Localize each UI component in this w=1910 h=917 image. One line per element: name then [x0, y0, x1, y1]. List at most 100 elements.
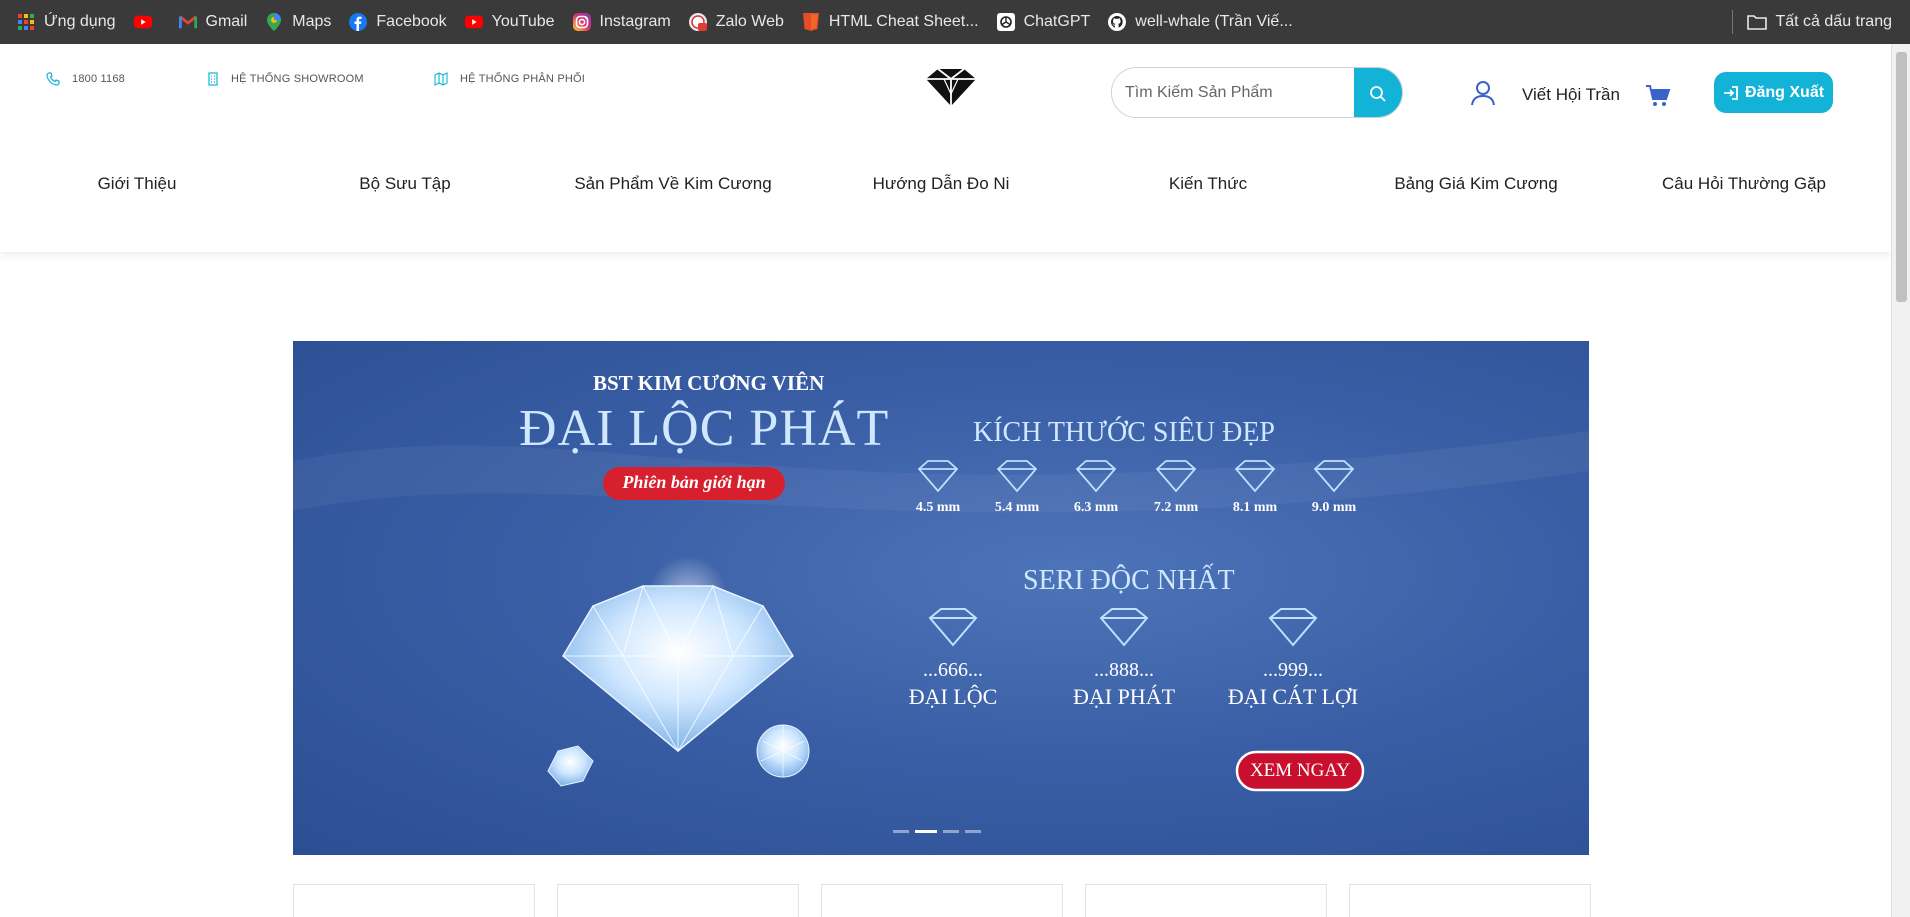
bookmark-youtube-short[interactable] — [125, 0, 170, 44]
series-number: ...666... — [923, 659, 983, 681]
all-bookmarks-label: Tất cả dấu trang — [1775, 13, 1892, 30]
search-input[interactable] — [1112, 68, 1354, 117]
bookmarks-bar: Ứng dụng Gmail Maps Facebook YouTube Ins… — [0, 0, 1910, 44]
sign-in-icon — [1723, 85, 1739, 101]
instagram-icon — [572, 13, 591, 31]
bookmark-separator — [1732, 10, 1733, 34]
chatgpt-icon — [996, 13, 1015, 31]
bookmark-label: HTML Cheat Sheet... — [828, 13, 979, 30]
bookmark-label: ChatGPT — [1023, 13, 1091, 30]
map-icon — [434, 72, 448, 86]
phone-number: 1800 1168 — [72, 73, 125, 85]
series-name: ĐẠI PHÁT — [1072, 684, 1176, 709]
bookmark-label: YouTube — [491, 13, 555, 30]
bookmark-gmail[interactable]: Gmail — [170, 0, 257, 44]
nav-item-bo-suu-tap[interactable]: Bộ Sưu Tập — [359, 174, 450, 194]
product-card[interactable] — [1349, 884, 1591, 917]
hero-banner[interactable]: BST KIM CƯƠNG VIÊN ĐẠI LỘC PHÁT Phiên bả… — [293, 341, 1589, 855]
building-icon — [207, 72, 219, 86]
slider-dot[interactable] — [893, 830, 909, 833]
site-logo[interactable] — [924, 66, 978, 108]
sizes-title: KÍCH THƯỚC SIÊU ĐẸP — [973, 417, 1275, 448]
user-icon[interactable] — [1470, 80, 1496, 111]
page-scrollbar[interactable] — [1891, 44, 1910, 917]
nav-item-gioi-thieu[interactable]: Giới Thiệu — [98, 174, 177, 194]
user-name[interactable]: Viết Hội Trần — [1522, 85, 1620, 105]
series-number: ...888... — [1094, 659, 1154, 681]
distribution-link[interactable]: HỆ THỐNG PHÂN PHỐI — [434, 72, 585, 86]
bookmark-label: well-whale (Trần Viế... — [1135, 13, 1293, 30]
product-card[interactable] — [557, 884, 799, 917]
html5-icon — [802, 13, 820, 31]
product-card[interactable] — [293, 884, 535, 917]
youtube-icon — [464, 13, 483, 31]
bookmark-label: Maps — [292, 13, 332, 30]
product-card[interactable] — [1085, 884, 1327, 917]
size-label: 8.1 mm — [1232, 500, 1278, 515]
nav-item-kien-thuc[interactable]: Kiến Thức — [1169, 174, 1247, 194]
nav-item-cau-hoi[interactable]: Câu Hỏi Thường Gặp — [1662, 174, 1826, 194]
banner-kicker: BST KIM CƯƠNG VIÊN — [593, 371, 825, 395]
github-icon — [1108, 13, 1127, 31]
diamond-illustration — [547, 556, 810, 787]
gmail-icon — [178, 13, 197, 31]
bookmark-apps[interactable]: Ứng dụng — [8, 0, 125, 44]
bookmark-github[interactable]: well-whale (Trần Viế... — [1099, 0, 1301, 44]
banner-graphics — [293, 431, 1589, 792]
series-number: ...999... — [1263, 659, 1323, 681]
maps-pin-icon — [265, 13, 283, 31]
search-box — [1111, 67, 1403, 118]
size-label: 6.3 mm — [1073, 500, 1119, 515]
size-label: 7.2 mm — [1153, 500, 1199, 515]
size-label: 4.5 mm — [915, 500, 961, 515]
banner-title: ĐẠI LỘC PHÁT — [519, 400, 890, 457]
youtube-icon — [133, 13, 152, 31]
bookmark-label: Zalo Web — [715, 13, 784, 30]
logout-label: Đăng Xuất — [1744, 83, 1825, 101]
showroom-label: HỆ THỐNG SHOWROOM — [231, 73, 364, 85]
bookmark-html-cheatsheet[interactable]: HTML Cheat Sheet... — [793, 0, 988, 44]
bookmark-maps[interactable]: Maps — [256, 0, 340, 44]
bookmark-label: Instagram — [599, 13, 671, 30]
zalo-icon — [688, 13, 707, 31]
nav-item-huong-dan[interactable]: Hướng Dẫn Đo Ni — [873, 174, 1010, 194]
bookmark-label: Facebook — [376, 13, 447, 30]
bookmark-zalo[interactable]: Zalo Web — [680, 0, 793, 44]
apps-grid-icon — [17, 13, 35, 31]
series-diamond-icons — [928, 608, 1318, 647]
slider-dot-active[interactable] — [915, 830, 937, 833]
showroom-link[interactable]: HỆ THỐNG SHOWROOM — [207, 72, 364, 86]
product-card[interactable] — [821, 884, 1063, 917]
phone-icon — [46, 72, 60, 86]
slider-dot[interactable] — [943, 830, 959, 833]
series-title: SERI ĐỘC NHẤT — [1023, 565, 1235, 596]
banner-cta[interactable]: XEM NGAY — [1237, 760, 1363, 782]
site-header: 1800 1168 HỆ THỐNG SHOWROOM HỆ THỐNG PHÂ… — [0, 44, 1891, 252]
nav-item-bang-gia[interactable]: Bảng Giá Kim Cương — [1394, 174, 1557, 194]
bookmark-youtube[interactable]: YouTube — [456, 0, 564, 44]
cart-icon[interactable] — [1645, 84, 1671, 113]
main-nav: Giới Thiệu Bộ Sưu Tập Sản Phẩm Về Kim Cư… — [0, 174, 1891, 204]
limited-badge: Phiên bản giới hạn — [622, 472, 766, 492]
scrollbar-thumb[interactable] — [1896, 52, 1907, 302]
logout-button[interactable]: Đăng Xuất — [1714, 72, 1833, 113]
size-label: 9.0 mm — [1311, 500, 1357, 515]
bookmark-chatgpt[interactable]: ChatGPT — [988, 0, 1100, 44]
product-cards-row — [293, 884, 1591, 917]
phone-contact[interactable]: 1800 1168 — [46, 72, 125, 86]
bookmark-label: Gmail — [205, 13, 248, 30]
bookmark-instagram[interactable]: Instagram — [564, 0, 680, 44]
all-bookmarks[interactable]: Tất cả dấu trang — [1747, 0, 1892, 44]
search-button[interactable] — [1354, 68, 1402, 117]
slider-dots — [893, 830, 981, 833]
series-name: ĐẠI CÁT LỢI — [1227, 684, 1359, 709]
search-icon — [1369, 85, 1387, 103]
size-label: 5.4 mm — [994, 500, 1040, 515]
series-name: ĐẠI LỘC — [908, 684, 998, 709]
bookmark-facebook[interactable]: Facebook — [340, 0, 455, 44]
slider-dot[interactable] — [965, 830, 981, 833]
nav-item-san-pham[interactable]: Sản Phẩm Về Kim Cương — [574, 174, 771, 194]
distribution-label: HỆ THỐNG PHÂN PHỐI — [460, 73, 586, 85]
facebook-icon — [349, 13, 368, 31]
folder-icon — [1747, 14, 1768, 30]
